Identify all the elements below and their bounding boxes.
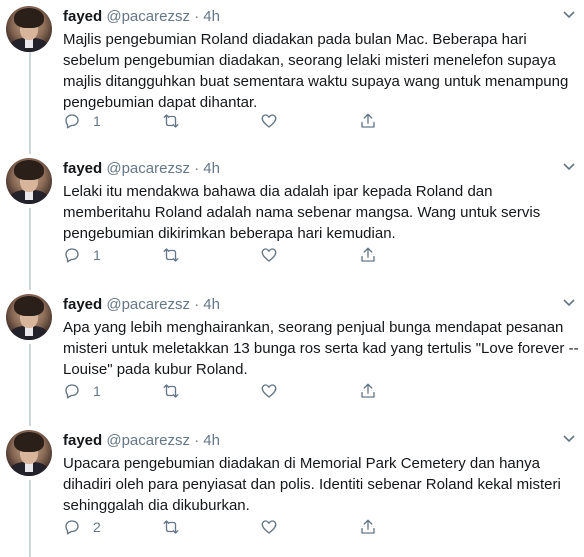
reply-button[interactable]: 1 <box>63 110 101 132</box>
reply-count: 1 <box>93 247 101 263</box>
tweet-text: Lelaki itu mendakwa bahawa dia adalah ip… <box>63 183 541 242</box>
reply-icon <box>65 248 79 263</box>
like-button[interactable] <box>260 516 278 538</box>
like-button[interactable] <box>260 110 278 132</box>
share-icon <box>361 519 375 534</box>
avatar[interactable] <box>6 158 52 204</box>
retweet-button[interactable] <box>162 244 180 266</box>
tweet-actions: 2 <box>63 516 383 538</box>
display-name[interactable]: fayed <box>63 160 102 177</box>
display-name[interactable]: fayed <box>63 296 102 313</box>
avatar[interactable] <box>6 6 52 52</box>
retweet-icon <box>163 248 179 262</box>
tweet[interactable]: fayed @pacarezsz · 4h Upacara pengebumia… <box>0 430 584 557</box>
share-button[interactable] <box>359 244 377 266</box>
like-icon <box>261 384 277 398</box>
tweet-actions: 1 <box>63 380 383 402</box>
share-icon <box>361 247 375 262</box>
reply-button[interactable]: 2 <box>63 516 101 538</box>
retweet-button[interactable] <box>162 516 180 538</box>
reply-count: 2 <box>93 519 101 535</box>
tweet-header: fayed @pacarezsz · 4h <box>63 296 220 314</box>
reply-button[interactable]: 1 <box>63 380 101 402</box>
like-icon <box>261 114 277 128</box>
retweet-icon <box>163 114 179 128</box>
tweet-text: Apa yang lebih menghairankan, seorang pe… <box>63 319 579 378</box>
display-name[interactable]: fayed <box>63 8 102 25</box>
retweet-button[interactable] <box>162 110 180 132</box>
tweet[interactable]: fayed @pacarezsz · 4h Apa yang lebih men… <box>0 294 584 430</box>
like-button[interactable] <box>260 244 278 266</box>
tweet-header: fayed @pacarezsz · 4h <box>63 8 220 26</box>
chevron-down-icon[interactable] <box>562 162 576 172</box>
share-icon <box>361 383 375 398</box>
tweet-text: Majlis pengebumian Roland diadakan pada … <box>63 31 569 111</box>
tweet-header: fayed @pacarezsz · 4h <box>63 160 220 178</box>
share-button[interactable] <box>359 380 377 402</box>
retweet-icon <box>163 520 179 534</box>
chevron-down-icon[interactable] <box>562 10 576 20</box>
avatar[interactable] <box>6 430 52 476</box>
reply-icon <box>65 384 79 399</box>
tweet-text: Upacara pengebumian diadakan di Memorial… <box>63 455 561 514</box>
user-handle[interactable]: @pacarezsz <box>106 8 190 25</box>
chevron-down-icon[interactable] <box>562 298 576 308</box>
share-button[interactable] <box>359 110 377 132</box>
tweet[interactable]: fayed @pacarezsz · 4h Majlis pengebumian… <box>0 6 584 142</box>
retweet-icon <box>163 384 179 398</box>
tweet-header: fayed @pacarezsz · 4h <box>63 432 220 450</box>
reply-icon <box>65 520 79 535</box>
display-name[interactable]: fayed <box>63 432 102 449</box>
reply-count: 1 <box>93 383 101 399</box>
tweet-actions: 1 <box>63 110 383 132</box>
reply-icon <box>65 114 79 129</box>
timestamp[interactable]: · 4h <box>194 8 220 25</box>
chevron-down-icon[interactable] <box>562 434 576 444</box>
tweet[interactable]: fayed @pacarezsz · 4h Lelaki itu mendakw… <box>0 158 584 294</box>
reply-button[interactable]: 1 <box>63 244 101 266</box>
share-icon <box>361 113 375 128</box>
retweet-button[interactable] <box>162 380 180 402</box>
like-icon <box>261 248 277 262</box>
share-button[interactable] <box>359 516 377 538</box>
user-handle[interactable]: @pacarezsz <box>106 160 190 177</box>
tweet-actions: 1 <box>63 244 383 266</box>
avatar[interactable] <box>6 294 52 340</box>
timestamp[interactable]: · 4h <box>194 296 220 313</box>
like-button[interactable] <box>260 380 278 402</box>
user-handle[interactable]: @pacarezsz <box>106 432 190 449</box>
timestamp[interactable]: · 4h <box>194 160 220 177</box>
timestamp[interactable]: · 4h <box>194 432 220 449</box>
like-icon <box>261 520 277 534</box>
reply-count: 1 <box>93 113 101 129</box>
user-handle[interactable]: @pacarezsz <box>106 296 190 313</box>
